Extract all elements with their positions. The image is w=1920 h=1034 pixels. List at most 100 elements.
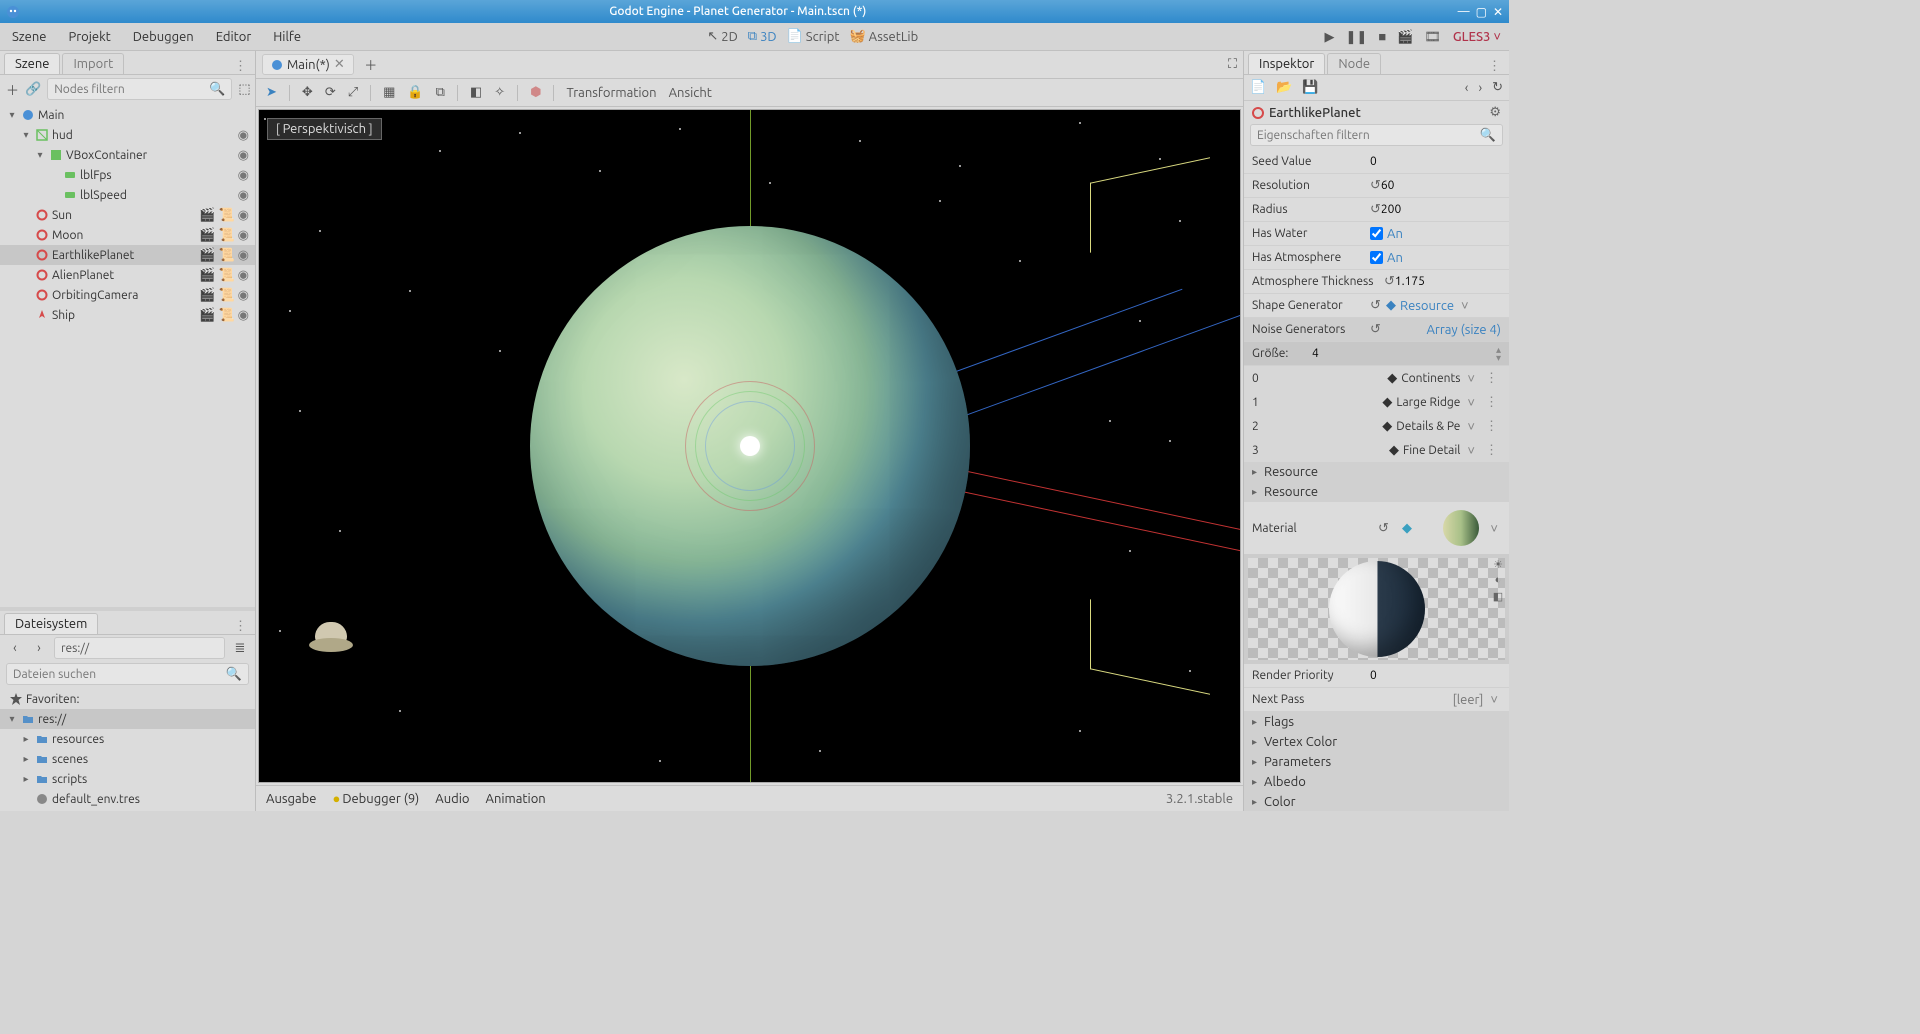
reset-icon[interactable]: ↺ bbox=[1370, 178, 1381, 193]
radius-input[interactable] bbox=[1381, 203, 1509, 216]
play-button[interactable]: ▶ bbox=[1325, 30, 1335, 44]
transform-menu[interactable]: Transformation bbox=[564, 84, 658, 102]
instance-icon[interactable]: 🎬 bbox=[199, 208, 215, 223]
prop-atmo-thickness[interactable]: Atmosphere Thickness ↺ bbox=[1244, 270, 1509, 294]
instance-icon[interactable]: 🎬 bbox=[199, 228, 215, 243]
tree-node-main[interactable]: ▾ Main bbox=[0, 105, 255, 125]
right-dock-options-icon[interactable]: ⋮ bbox=[1484, 59, 1505, 74]
preview-env-icon[interactable]: ◐ bbox=[1491, 574, 1505, 588]
section-vertex-color[interactable]: ▸Vertex Color bbox=[1244, 732, 1509, 752]
viewport-camera-label[interactable]: [ Perspektivisch ] bbox=[267, 118, 382, 140]
script-icon[interactable]: 📜 bbox=[218, 208, 234, 223]
has-water-checkbox[interactable] bbox=[1370, 227, 1383, 240]
spinner-icon[interactable]: ▴▾ bbox=[1496, 346, 1501, 362]
bottom-debugger[interactable]: ●Debugger (9) bbox=[332, 791, 419, 806]
expand-icon[interactable]: ▾ bbox=[6, 109, 18, 121]
instance-icon[interactable]: 🎬 bbox=[199, 288, 215, 303]
expand-icon[interactable]: ▸ bbox=[20, 753, 32, 765]
add-node-icon[interactable]: ＋ bbox=[6, 80, 19, 98]
preview-cube-icon[interactable]: ◧ bbox=[1491, 590, 1505, 604]
prop-material[interactable]: Material ↺ ◆ ˅ bbox=[1244, 502, 1509, 554]
view-menu[interactable]: Ansicht bbox=[667, 84, 714, 102]
visibility-icon[interactable]: ◉ bbox=[238, 148, 249, 163]
more-icon[interactable]: ⋮ bbox=[1482, 419, 1501, 434]
visibility-icon[interactable]: ◉ bbox=[238, 268, 249, 283]
menu-project[interactable]: Projekt bbox=[64, 28, 114, 46]
tree-node-orbitingcamera[interactable]: OrbitingCamera 🎬📜◉ bbox=[0, 285, 255, 305]
select-tool-icon[interactable]: ➤ bbox=[264, 83, 279, 102]
fs-path-input[interactable] bbox=[61, 642, 218, 655]
fs-item-resources[interactable]: ▸ resources bbox=[0, 729, 255, 749]
inspector-filter-input[interactable] bbox=[1257, 129, 1480, 142]
tree-node-earthlikeplanet[interactable]: EarthlikePlanet 🎬📜◉ bbox=[0, 245, 255, 265]
window-close-icon[interactable]: ✕ bbox=[1493, 5, 1503, 19]
play-custom-button[interactable]: 🎞 bbox=[1424, 30, 1441, 44]
fs-filter[interactable]: 🔍 bbox=[6, 663, 249, 685]
visibility-icon[interactable]: ◉ bbox=[238, 188, 249, 203]
script-icon[interactable]: 📜 bbox=[218, 268, 234, 283]
camera-override-icon[interactable]: ✧ bbox=[492, 83, 507, 102]
switch-3d[interactable]: ⧉ 3D bbox=[748, 29, 777, 44]
inspector-filter[interactable]: 🔍 bbox=[1250, 124, 1503, 146]
expand-icon[interactable]: ▾ bbox=[20, 129, 32, 141]
history-fwd-icon[interactable]: › bbox=[1478, 81, 1482, 95]
prop-noise-generators[interactable]: Noise Generators ↺ Array (size 4) bbox=[1244, 318, 1509, 342]
chevron-down-icon[interactable]: ˅ bbox=[1458, 298, 1472, 313]
bottom-output[interactable]: Ausgabe bbox=[266, 792, 316, 806]
fs-view-icon[interactable]: ≣ bbox=[231, 639, 249, 657]
close-tab-icon[interactable]: ✕ bbox=[334, 57, 345, 72]
chevron-down-icon[interactable]: ˅ bbox=[1464, 419, 1478, 434]
window-maximize-icon[interactable]: ▢ bbox=[1476, 5, 1487, 19]
material-preview-small[interactable] bbox=[1443, 510, 1479, 546]
tree-node-alienplanet[interactable]: AlienPlanet 🎬📜◉ bbox=[0, 265, 255, 285]
scene-filter-input[interactable] bbox=[54, 83, 209, 96]
expand-icon[interactable]: ▾ bbox=[6, 713, 18, 725]
more-icon[interactable]: ⋮ bbox=[1482, 443, 1501, 458]
dock-options-icon[interactable]: ⋮ bbox=[230, 59, 251, 74]
scale-tool-icon[interactable]: ⤢ bbox=[346, 83, 360, 102]
prop-render-priority[interactable]: Render Priority ▴▾ bbox=[1244, 664, 1509, 688]
fs-back-icon[interactable]: ‹ bbox=[6, 639, 24, 657]
chevron-down-icon[interactable]: ˅ bbox=[1487, 521, 1501, 536]
prop-resolution[interactable]: Resolution ↺ ▴▾ bbox=[1244, 174, 1509, 198]
noise-item-0[interactable]: 0 ◆ Continents ˅ ⋮ bbox=[1244, 366, 1509, 390]
prop-radius[interactable]: Radius ↺ ▴▾ bbox=[1244, 198, 1509, 222]
chevron-down-icon[interactable]: ˅ bbox=[1464, 395, 1478, 410]
node-tool-icon[interactable]: ⬚ bbox=[238, 80, 250, 98]
scene-file-tab-main[interactable]: Main(*) ✕ bbox=[262, 54, 354, 75]
inspector-properties[interactable]: Seed Value ▴▾ Resolution ↺ ▴▾ Radius ↺ ▴… bbox=[1244, 150, 1509, 811]
history-back-icon[interactable]: ‹ bbox=[1465, 81, 1469, 95]
open-resource-icon[interactable]: 📂 bbox=[1276, 80, 1292, 95]
gizmo-icon[interactable]: ⬢ bbox=[528, 83, 543, 102]
resource-section-2[interactable]: ▸Resource bbox=[1244, 482, 1509, 502]
filesystem-tree[interactable]: Favoriten: ▾ res:// ▸ resources ▸ scenes… bbox=[0, 687, 255, 811]
scene-filter[interactable]: 🔍 bbox=[47, 78, 232, 100]
array-size-row[interactable]: Größe: ▴▾ bbox=[1244, 342, 1509, 366]
tree-node-hud[interactable]: ▾ hud ◉ bbox=[0, 125, 255, 145]
fs-item-scripts[interactable]: ▸ scripts bbox=[0, 769, 255, 789]
tree-node-lblspeed[interactable]: lblSpeed ◉ bbox=[0, 185, 255, 205]
stop-button[interactable]: ■ bbox=[1378, 30, 1386, 44]
prop-shape-generator[interactable]: Shape Generator ↺ ◆ Resource˅ bbox=[1244, 294, 1509, 318]
visibility-icon[interactable]: ◉ bbox=[238, 228, 249, 243]
switch-2d[interactable]: ↖ 2D bbox=[707, 29, 737, 44]
menu-help[interactable]: Hilfe bbox=[269, 28, 305, 46]
history-menu-icon[interactable]: ↻ bbox=[1492, 80, 1503, 95]
noise-item-2[interactable]: 2 ◆ Details & Pe ˅ ⋮ bbox=[1244, 414, 1509, 438]
fs-dock-options-icon[interactable]: ⋮ bbox=[230, 619, 251, 634]
array-size-input[interactable] bbox=[1312, 347, 1492, 360]
chevron-down-icon[interactable]: ˅ bbox=[1464, 443, 1478, 458]
tab-filesystem[interactable]: Dateisystem bbox=[4, 613, 98, 634]
fs-path-box[interactable] bbox=[54, 637, 225, 659]
prop-has-atmosphere[interactable]: Has Atmosphere An bbox=[1244, 246, 1509, 270]
script-icon[interactable]: 📜 bbox=[218, 288, 234, 303]
section-flags[interactable]: ▸Flags bbox=[1244, 712, 1509, 732]
chevron-down-icon[interactable]: ˅ bbox=[1464, 371, 1478, 386]
script-icon[interactable]: 📜 bbox=[218, 308, 234, 323]
tab-inspector[interactable]: Inspektor bbox=[1248, 53, 1325, 74]
scene-tree[interactable]: ▾ Main ▾ hud ◉ ▾ VBoxContainer ◉ lblFps … bbox=[0, 103, 255, 607]
prop-seed[interactable]: Seed Value ▴▾ bbox=[1244, 150, 1509, 174]
tree-node-sun[interactable]: Sun 🎬📜◉ bbox=[0, 205, 255, 225]
move-tool-icon[interactable]: ✥ bbox=[300, 83, 315, 102]
fs-item-res[interactable]: ▾ res:// bbox=[0, 709, 255, 729]
